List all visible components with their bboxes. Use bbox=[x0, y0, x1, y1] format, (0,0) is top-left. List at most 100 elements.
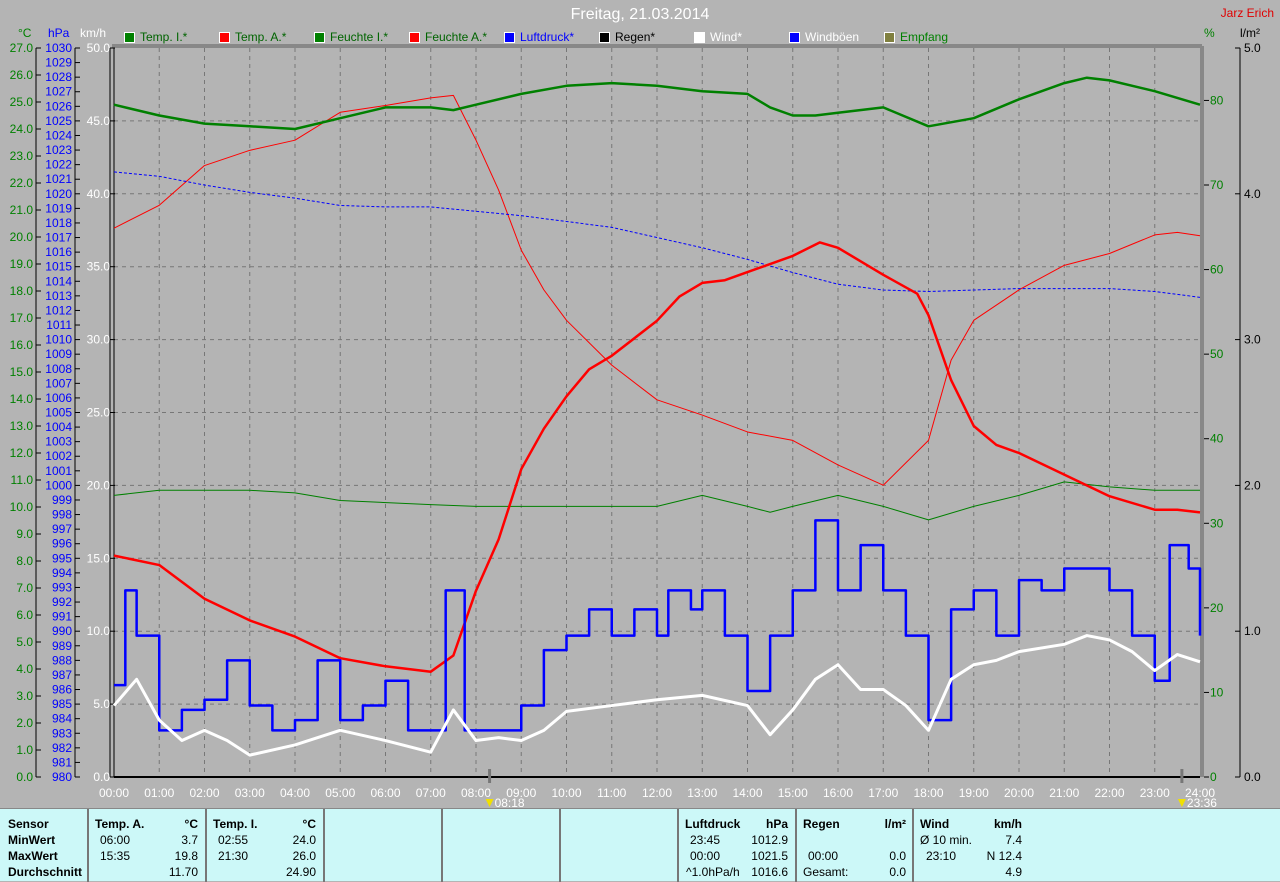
temp-a-min-time: 06:00 bbox=[100, 833, 131, 847]
rain-unit-cell: l/m² bbox=[884, 817, 906, 831]
rain-max-value: 0.0 bbox=[889, 849, 906, 863]
x-tick-label: 08:00 bbox=[461, 786, 491, 800]
pressure-axis-tick-label: 985 bbox=[52, 697, 72, 711]
pressure-axis-tick-label: 1014 bbox=[45, 274, 72, 288]
pressure-axis-tick-label: 1022 bbox=[45, 158, 72, 172]
temp-i-min-time: 02:55 bbox=[218, 833, 249, 847]
humidity-tick-label: 60 bbox=[1210, 263, 1224, 277]
x-tick-label: 10:00 bbox=[551, 786, 581, 800]
pressure-axis-tick-label: 997 bbox=[52, 522, 72, 536]
pressure-axis-tick-label: 1026 bbox=[45, 99, 72, 113]
temp-axis-tick-label: 0.0 bbox=[16, 770, 33, 784]
x-tick-label: 01:00 bbox=[144, 786, 174, 800]
temp-axis-tick-label: 22.0 bbox=[10, 176, 34, 190]
x-tick-label: 11:00 bbox=[597, 786, 626, 800]
temp-a-header: Temp. A. bbox=[95, 817, 145, 831]
pressure-axis-tick-label: 1001 bbox=[45, 464, 72, 478]
pressure-axis-tick-label: 1012 bbox=[45, 303, 72, 317]
x-tick-label: 14:00 bbox=[732, 786, 762, 800]
humidity-tick-label: 50 bbox=[1210, 347, 1224, 361]
sensor-header: Sensor bbox=[8, 817, 49, 831]
rain-tick-label: 2.0 bbox=[1244, 478, 1261, 492]
pressure-axis-tick-label: 990 bbox=[52, 624, 72, 638]
pressure-axis-tick-label: 1002 bbox=[45, 449, 72, 463]
pressure-axis-tick-label: 982 bbox=[52, 741, 72, 755]
x-tick-label: 19:00 bbox=[959, 786, 989, 800]
temp-axis-tick-label: 18.0 bbox=[10, 284, 34, 298]
temp-axis-tick-label: 19.0 bbox=[10, 257, 34, 271]
rain-total-value: 0.0 bbox=[889, 865, 906, 879]
temp-axis-tick-label: 20.0 bbox=[10, 230, 34, 244]
temp-a-avg-value: 11.70 bbox=[168, 865, 198, 879]
x-tick-label: 02:00 bbox=[189, 786, 219, 800]
wind-axis-tick-label: 5.0 bbox=[93, 697, 110, 711]
x-tick-label: 16:00 bbox=[823, 786, 853, 800]
rain-max-time: 00:00 bbox=[808, 849, 839, 863]
temp-i-min-value: 24.0 bbox=[292, 833, 316, 847]
pressure-axis-tick-label: 984 bbox=[52, 712, 72, 726]
pressure-header: Luftdruck bbox=[685, 817, 741, 831]
minwert-label: MinWert bbox=[8, 833, 56, 847]
temp-axis-tick-label: 10.0 bbox=[10, 500, 34, 514]
x-tick-label: 20:00 bbox=[1004, 786, 1034, 800]
temp-axis-tick-label: 17.0 bbox=[10, 311, 34, 325]
wind-header: Wind bbox=[920, 817, 950, 831]
pressure-axis-tick-label: 1021 bbox=[45, 172, 72, 186]
rain-header: Regen bbox=[803, 817, 840, 831]
pressure-axis-tick-label: 1017 bbox=[45, 231, 72, 245]
wind-axis-tick-label: 15.0 bbox=[87, 551, 111, 565]
pressure-axis-tick-label: 1028 bbox=[45, 70, 72, 84]
pressure-axis-tick-label: 1030 bbox=[45, 41, 72, 55]
pressure-unit-cell: hPa bbox=[765, 817, 788, 831]
x-tick-label: 23:00 bbox=[1140, 786, 1170, 800]
wind-axis-tick-label: 40.0 bbox=[87, 187, 111, 201]
pressure-axis-tick-label: 998 bbox=[52, 508, 72, 522]
pressure-axis-tick-label: 992 bbox=[52, 595, 72, 609]
x-tick-label: 21:00 bbox=[1049, 786, 1079, 800]
pressure-axis-tick-label: 1011 bbox=[46, 318, 72, 332]
x-tick-label: 04:00 bbox=[280, 786, 310, 800]
x-tick-label: 12:00 bbox=[642, 786, 672, 800]
pressure-axis-tick-label: 1016 bbox=[45, 245, 72, 259]
temp-axis-tick-label: 25.0 bbox=[10, 95, 34, 109]
pressure-min-time: 23:45 bbox=[690, 833, 721, 847]
weather-chart: 0.0 1.0 2.0 3.0 4.0 5.0 6.0 7.0 8.0 9.0 10.0 11.0 12… bbox=[10, 41, 1261, 808]
pressure-axis-tick-label: 980 bbox=[52, 770, 72, 784]
temp-axis-tick-label: 3.0 bbox=[16, 689, 33, 703]
pressure-axis-tick-label: 989 bbox=[52, 639, 72, 653]
marker-time-label: 08:18 bbox=[495, 796, 525, 808]
wind-avg-value: 4.9 bbox=[1005, 865, 1022, 879]
temp-i-max-time: 21:30 bbox=[218, 849, 249, 863]
humidity-tick-label: 70 bbox=[1210, 178, 1224, 192]
wind-axis-tick-label: 50.0 bbox=[87, 41, 111, 55]
pressure-axis-tick-label: 983 bbox=[52, 726, 72, 740]
temp-a-min-value: 3.7 bbox=[181, 833, 198, 847]
temp-axis-tick-label: 16.0 bbox=[10, 338, 34, 352]
humidity-tick-label: 10 bbox=[1210, 685, 1224, 699]
wind-axis-tick-label: 35.0 bbox=[87, 260, 111, 274]
pressure-axis-tick-label: 995 bbox=[52, 551, 72, 565]
pressure-axis-tick-label: 986 bbox=[52, 683, 72, 697]
wind-avg10-label: Ø 10 min. bbox=[920, 833, 973, 847]
pressure-axis-tick-label: 1004 bbox=[45, 420, 72, 434]
x-tick-label: 13:00 bbox=[687, 786, 717, 800]
temp-a-max-value: 19.8 bbox=[174, 849, 198, 863]
temp-axis-tick-label: 13.0 bbox=[10, 419, 34, 433]
pressure-axis-tick-label: 1015 bbox=[45, 260, 72, 274]
temp-axis-tick-label: 6.0 bbox=[16, 608, 33, 622]
pressure-axis-tick-label: 1010 bbox=[45, 333, 72, 347]
humidity-tick-label: 0 bbox=[1210, 770, 1217, 784]
x-tick-label: 06:00 bbox=[370, 786, 400, 800]
pressure-axis-tick-label: 1000 bbox=[45, 478, 72, 492]
x-tick-label: 17:00 bbox=[868, 786, 898, 800]
pressure-axis-tick-label: 1007 bbox=[45, 376, 72, 390]
x-tick-label: 03:00 bbox=[235, 786, 265, 800]
wind-max-time: 23:10 bbox=[926, 849, 957, 863]
temp-axis-tick-label: 27.0 bbox=[10, 41, 34, 55]
wind-unit-cell: km/h bbox=[993, 817, 1022, 831]
pressure-axis-tick-label: 994 bbox=[52, 566, 72, 580]
pressure-axis-tick-label: 987 bbox=[52, 668, 72, 682]
x-tick-label: 22:00 bbox=[1094, 786, 1124, 800]
humidity-tick-label: 40 bbox=[1210, 432, 1224, 446]
durchschnitt-label: Durchschnitt bbox=[8, 865, 83, 879]
